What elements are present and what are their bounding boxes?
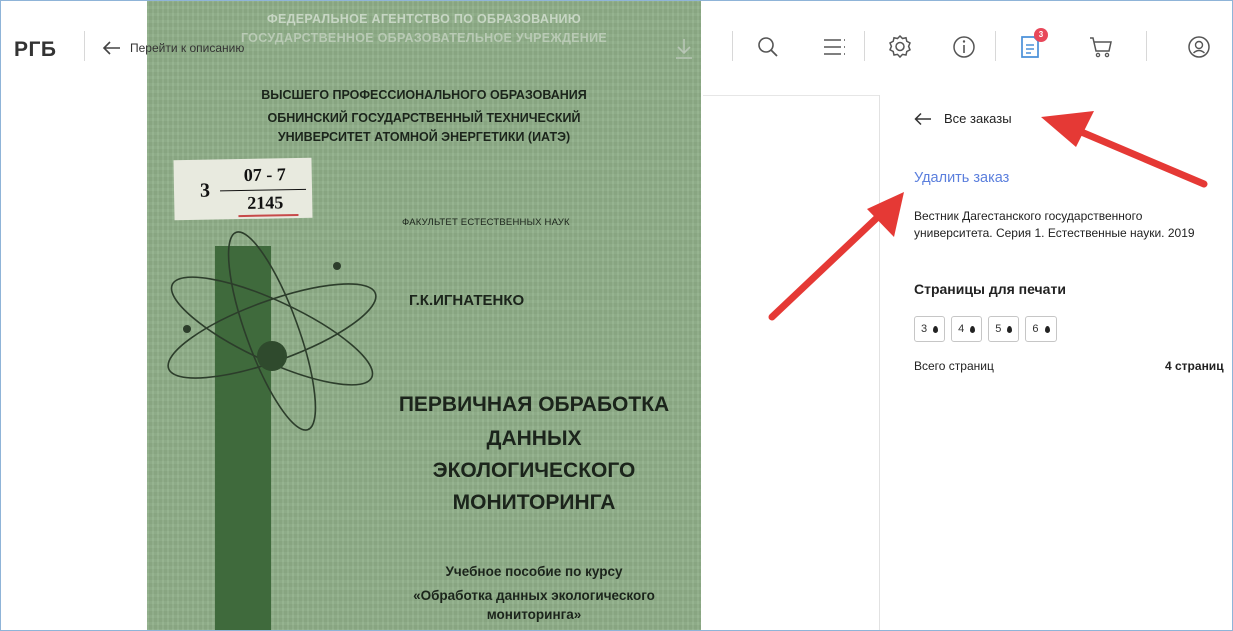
print-pages-list: 3 4 5 6 (914, 316, 1057, 342)
library-shelf-label: 3 07 - 7 2145 (173, 157, 313, 221)
book-header-line: ОБНИНСКИЙ ГОСУДАРСТВЕННЫЙ ТЕХНИЧЕСКИЙ (267, 111, 581, 125)
ink-drop-icon (1044, 325, 1050, 333)
toolbar-divider (1146, 31, 1147, 61)
order-journal-title: Вестник Дагестанского государственного у… (914, 209, 1195, 240)
book-subtitle-line: мониторинга» (486, 607, 582, 622)
back-to-description-label: Перейти к описанию (130, 41, 245, 55)
back-to-description-link[interactable]: Перейти к описанию (102, 37, 244, 59)
cart-icon[interactable] (1088, 34, 1114, 60)
page-chip-number: 3 (921, 323, 928, 335)
page-chip-number: 6 (1032, 323, 1039, 335)
all-orders-back-link[interactable]: Все заказы (914, 111, 1012, 126)
toolbar-divider (864, 31, 865, 61)
toolbar-divider (732, 31, 733, 61)
ink-drop-icon (970, 325, 976, 333)
label-red-underline (238, 214, 299, 218)
label-number: 3 (199, 179, 211, 202)
book-faculty: ФАКУЛЬТЕТ ЕСТЕСТВЕННЫХ НАУК (402, 217, 570, 228)
book-subtitle-line: Учебное пособие по курсу (445, 564, 623, 579)
download-icon[interactable] (673, 37, 695, 61)
label-fraction-line (220, 188, 307, 192)
total-pages-label: Всего страниц (914, 359, 994, 373)
book-subtitle-line: «Обработка данных экологического (413, 588, 655, 603)
book-header-line: УНИВЕРСИТЕТ АТОМНОЙ ЭНЕРГЕТИКИ (ИАТЭ) (277, 130, 571, 144)
info-icon[interactable] (951, 34, 977, 60)
ink-drop-icon (1007, 325, 1013, 333)
page-chip-number: 4 (958, 323, 965, 335)
viewer-right-margin (701, 95, 879, 630)
settings-gear-icon[interactable] (887, 34, 913, 60)
delete-order-link[interactable]: Удалить заказ (914, 170, 1009, 186)
book-author: Г.К.ИГНАТЕНКО (409, 292, 525, 309)
page-chip[interactable]: 5 (988, 316, 1020, 342)
book-title-line: ПЕРВИЧНАЯ ОБРАБОТКА (398, 393, 670, 416)
ink-drop-icon (933, 325, 939, 333)
label-bottom-code: 2145 (247, 192, 284, 213)
arrow-left-icon (914, 112, 931, 125)
page-chip[interactable]: 6 (1025, 316, 1057, 342)
list-icon[interactable] (821, 34, 847, 60)
book-page-scan: ФЕДЕРАЛЬНОЕ АГЕНТСТВО ПО ОБРАЗОВАНИЮ ГОС… (147, 1, 701, 630)
label-top-code: 07 - 7 (243, 164, 286, 185)
page-chip[interactable]: 3 (914, 316, 946, 342)
toolbar-divider (84, 31, 85, 61)
user-account-icon[interactable] (1186, 34, 1212, 60)
book-title-line: ДАННЫХ (486, 427, 582, 450)
page-chip[interactable]: 4 (951, 316, 983, 342)
print-pages-heading: Страницы для печати (914, 281, 1066, 297)
rgb-logo[interactable]: РГБ (14, 38, 57, 62)
all-orders-label: Все заказы (944, 111, 1012, 126)
book-title-line: МОНИТОРИНГА (452, 491, 616, 514)
book-title-line: ЭКОЛОГИЧЕСКОГО (432, 459, 636, 482)
top-toolbar: РГБ Перейти к описанию 3 (1, 1, 1232, 96)
orders-count-badge: 3 (1034, 28, 1048, 42)
arrow-left-icon (102, 41, 120, 55)
search-icon[interactable] (755, 34, 781, 60)
viewer-left-margin (1, 95, 147, 630)
toolbar-divider (995, 31, 996, 61)
page-chip-number: 5 (995, 323, 1002, 335)
total-pages-value: 4 страниц (1165, 359, 1224, 373)
app-window: ФЕДЕРАЛЬНОЕ АГЕНТСТВО ПО ОБРАЗОВАНИЮ ГОС… (0, 0, 1233, 631)
